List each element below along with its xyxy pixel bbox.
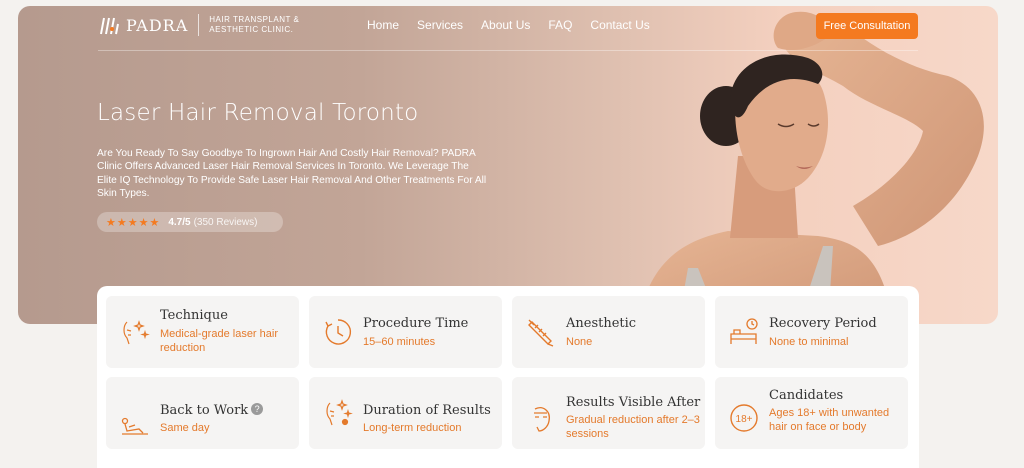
fact-title: Duration of Results xyxy=(363,403,491,418)
fact-value: Medical-grade laser hair reduction xyxy=(160,328,278,354)
reclining-person-icon xyxy=(119,407,151,439)
fact-card-recovery-period: Recovery Period None to minimal xyxy=(715,296,908,368)
fact-value: None to minimal xyxy=(769,336,849,348)
padra-logo-icon xyxy=(98,14,120,36)
bed-clock-icon xyxy=(728,316,760,348)
nav-services-link[interactable]: Services xyxy=(417,18,463,32)
brand-name: PADRA xyxy=(126,15,189,35)
fact-title-text: Back to Work xyxy=(160,403,249,418)
fact-card-candidates: 18+ Candidates Ages 18+ with unwanted ha… xyxy=(715,377,908,449)
brand-tagline: HAIR TRANSPLANT & AESTHETIC CLINIC. xyxy=(209,15,300,34)
rating-count: (350 Reviews) xyxy=(193,216,258,228)
fact-card-results-visible: Results Visible After Gradual reduction … xyxy=(512,377,705,449)
free-consultation-button[interactable]: Free Consultation xyxy=(816,13,918,39)
fact-title: Procedure Time xyxy=(363,316,469,331)
fact-value: Ages 18+ with unwanted hair on face or b… xyxy=(769,407,890,433)
page-title: Laser Hair Removal Toronto xyxy=(97,100,419,126)
fact-title: Technique xyxy=(160,308,228,323)
fact-card-back-to-work: Back to Work? Same day xyxy=(106,377,299,449)
fact-value: None xyxy=(566,336,593,348)
help-icon[interactable]: ? xyxy=(251,403,264,415)
age-badge-text: 18+ xyxy=(736,414,753,425)
fact-card-procedure-time: Procedure Time 15–60 minutes xyxy=(309,296,502,368)
brand-logo[interactable]: PADRA HAIR TRANSPLANT & AESTHETIC CLINIC… xyxy=(98,14,319,36)
fact-card-duration-of-results: Duration of Results Long-term reduction xyxy=(309,377,502,449)
fact-title: Candidates xyxy=(769,388,844,403)
nav-contact-link[interactable]: Contact Us xyxy=(590,18,649,32)
clock-icon xyxy=(322,316,354,348)
star-rating-icon: ★★★★★ xyxy=(106,216,161,229)
fact-value: 15–60 minutes xyxy=(363,336,436,348)
logo-divider xyxy=(198,14,200,36)
rating-score: 4.7/5 xyxy=(168,216,191,228)
fact-card-technique: Technique Medical-grade laser hair reduc… xyxy=(106,296,299,368)
woman-portrait-image xyxy=(638,11,984,324)
main-menu: Home Services About Us FAQ Contact Us xyxy=(367,18,668,32)
face-profile-icon xyxy=(525,403,557,435)
syringe-icon xyxy=(525,316,557,348)
age-18-plus-icon: 18+ xyxy=(728,402,760,434)
fact-title: Back to Work? xyxy=(160,403,264,418)
treatment-facts-panel: Technique Medical-grade laser hair reduc… xyxy=(97,286,919,468)
face-sparkle-icon xyxy=(119,316,151,348)
fact-value: Gradual reduction after 2–3 sessions xyxy=(566,414,700,440)
nav-home-link[interactable]: Home xyxy=(367,18,399,32)
hero-banner: PADRA HAIR TRANSPLANT & AESTHETIC CLINIC… xyxy=(18,6,998,324)
top-navigation: PADRA HAIR TRANSPLANT & AESTHETIC CLINIC… xyxy=(18,6,998,50)
fact-title: Anesthetic xyxy=(566,316,637,331)
hero-description: Are You Ready To Say Goodbye To Ingrown … xyxy=(97,148,487,200)
fact-title: Results Visible After xyxy=(566,395,701,410)
fact-title: Recovery Period xyxy=(769,316,877,331)
face-sparkle-icon xyxy=(322,397,354,429)
fact-value: Same day xyxy=(160,422,210,434)
nav-about-link[interactable]: About Us xyxy=(481,18,530,32)
fact-card-anesthetic: Anesthetic None xyxy=(512,296,705,368)
fact-value: Long-term reduction xyxy=(363,422,462,434)
nav-divider xyxy=(98,50,918,51)
rating-badge: ★★★★★ 4.7/5 (350 Reviews) xyxy=(97,212,283,232)
nav-faq-link[interactable]: FAQ xyxy=(548,18,572,32)
